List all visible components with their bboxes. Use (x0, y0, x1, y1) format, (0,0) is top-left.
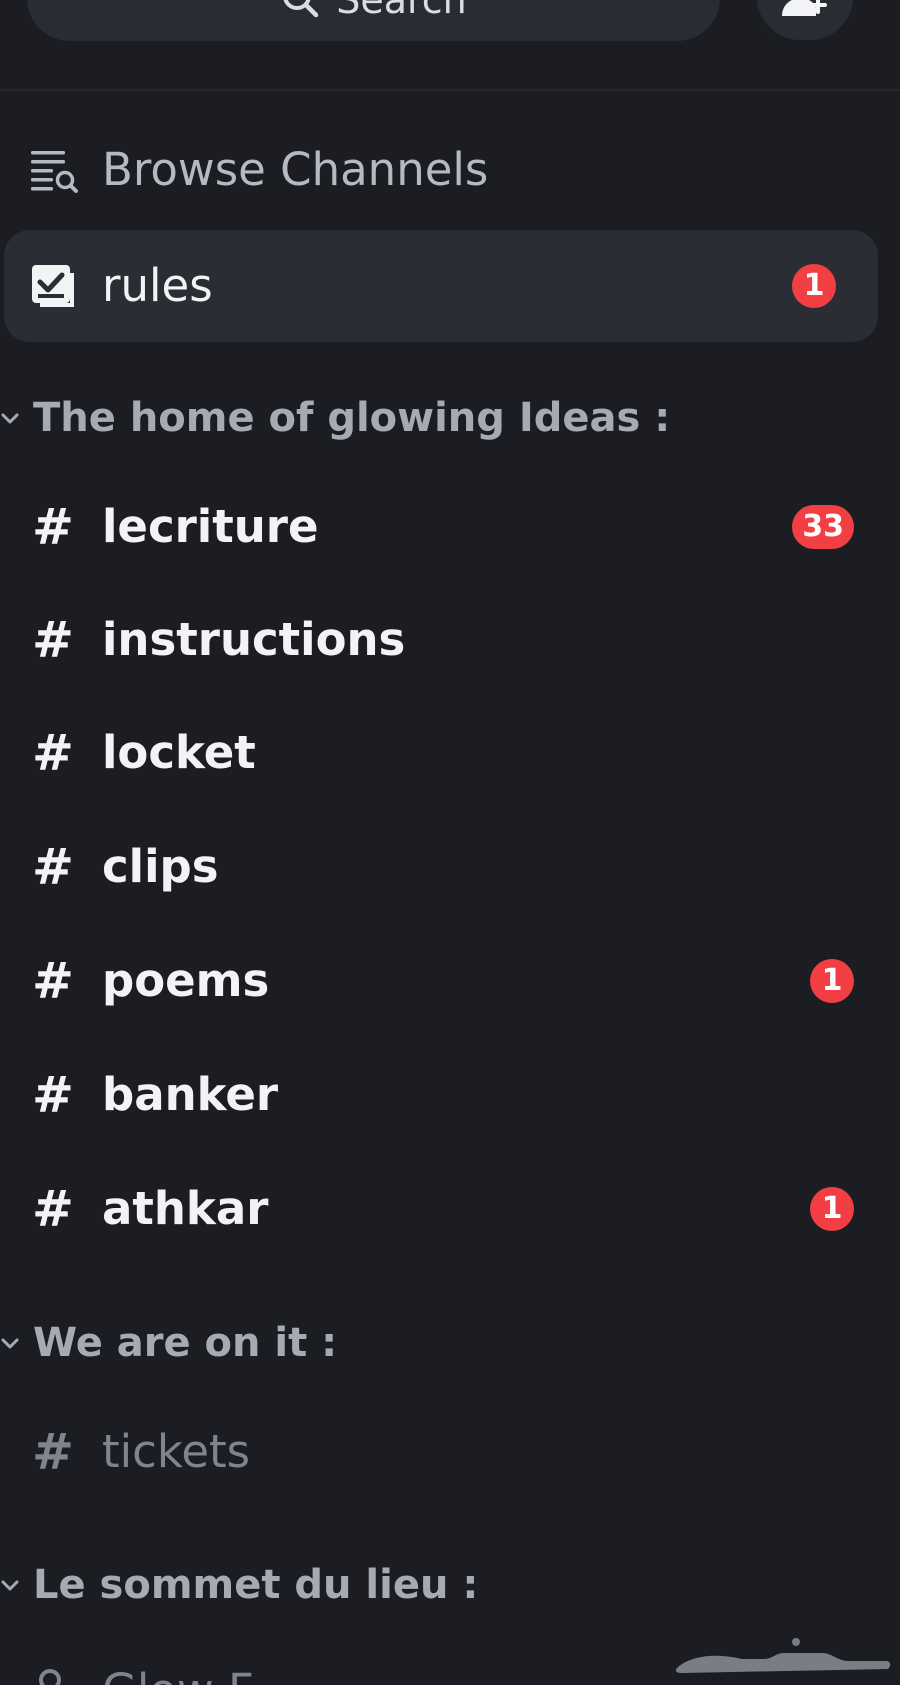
top-bar: Search (0, 0, 900, 90)
chevron-down-icon (0, 408, 20, 428)
hashtag-icon: # (32, 1066, 74, 1124)
channel-clips[interactable]: # clips (0, 812, 900, 922)
mention-badge: 1 (810, 959, 854, 1003)
channel-label: poems (102, 954, 270, 1007)
channel-label: clips (102, 840, 219, 893)
channel-tickets[interactable]: # tickets (0, 1397, 900, 1507)
channel-banker[interactable]: # banker (0, 1040, 900, 1150)
hashtag-icon: # (32, 498, 74, 556)
hashtag-icon: # (32, 838, 74, 896)
category-label: Le sommet du lieu : (33, 1562, 479, 1608)
browse-channels-icon (28, 145, 78, 195)
channel-instructions[interactable]: # instructions (0, 585, 900, 695)
channel-label: instructions (102, 613, 406, 666)
channel-poems[interactable]: # poems 1 (0, 926, 900, 1036)
channel-locket[interactable]: # locket (0, 698, 900, 808)
channel-label: rules (102, 259, 213, 312)
search-icon (280, 0, 320, 19)
mention-badge: 33 (792, 505, 854, 549)
category-header[interactable]: Le sommet du lieu : (0, 1555, 900, 1615)
add-member-icon (778, 0, 832, 20)
channel-label: locket (102, 726, 256, 779)
hashtag-icon: # (32, 952, 74, 1010)
channel-label: tickets (102, 1425, 251, 1478)
channel-sidebar: Search Browse Channels rules 1 The home … (0, 0, 900, 1685)
hashtag-icon: # (32, 611, 74, 669)
category-label: The home of glowing Ideas : (33, 395, 671, 441)
category-header[interactable]: We are on it : (0, 1313, 900, 1373)
category-header[interactable]: The home of glowing Ideas : (0, 388, 900, 448)
mention-badge: 1 (792, 264, 836, 308)
channel-label: lecriture (102, 500, 319, 553)
browse-channels-item[interactable]: Browse Channels (0, 115, 900, 225)
channel-label: Glow F... (102, 1664, 290, 1685)
search-button[interactable]: Search (27, 0, 720, 41)
browse-channels-label: Browse Channels (102, 143, 489, 196)
add-member-button[interactable] (757, 0, 853, 40)
hashtag-icon: # (32, 1423, 74, 1481)
channel-label: athkar (102, 1182, 269, 1235)
top-divider (0, 89, 900, 91)
watermark-logo (672, 1633, 894, 1681)
channel-rules[interactable]: rules 1 (4, 230, 878, 342)
channel-lecriture[interactable]: # lecriture 33 (0, 472, 900, 582)
chevron-down-icon (0, 1333, 20, 1353)
hashtag-icon: # (32, 724, 74, 782)
mention-badge: 1 (810, 1187, 854, 1231)
search-label: Search (336, 0, 467, 22)
hashtag-icon: # (32, 1180, 74, 1238)
category-label: We are on it : (33, 1320, 338, 1366)
channel-athkar[interactable]: # athkar 1 (0, 1154, 900, 1264)
chevron-down-icon (0, 1575, 20, 1595)
rules-checkbox-icon (28, 261, 78, 311)
user-icon (30, 1668, 70, 1685)
channel-label: banker (102, 1068, 279, 1121)
